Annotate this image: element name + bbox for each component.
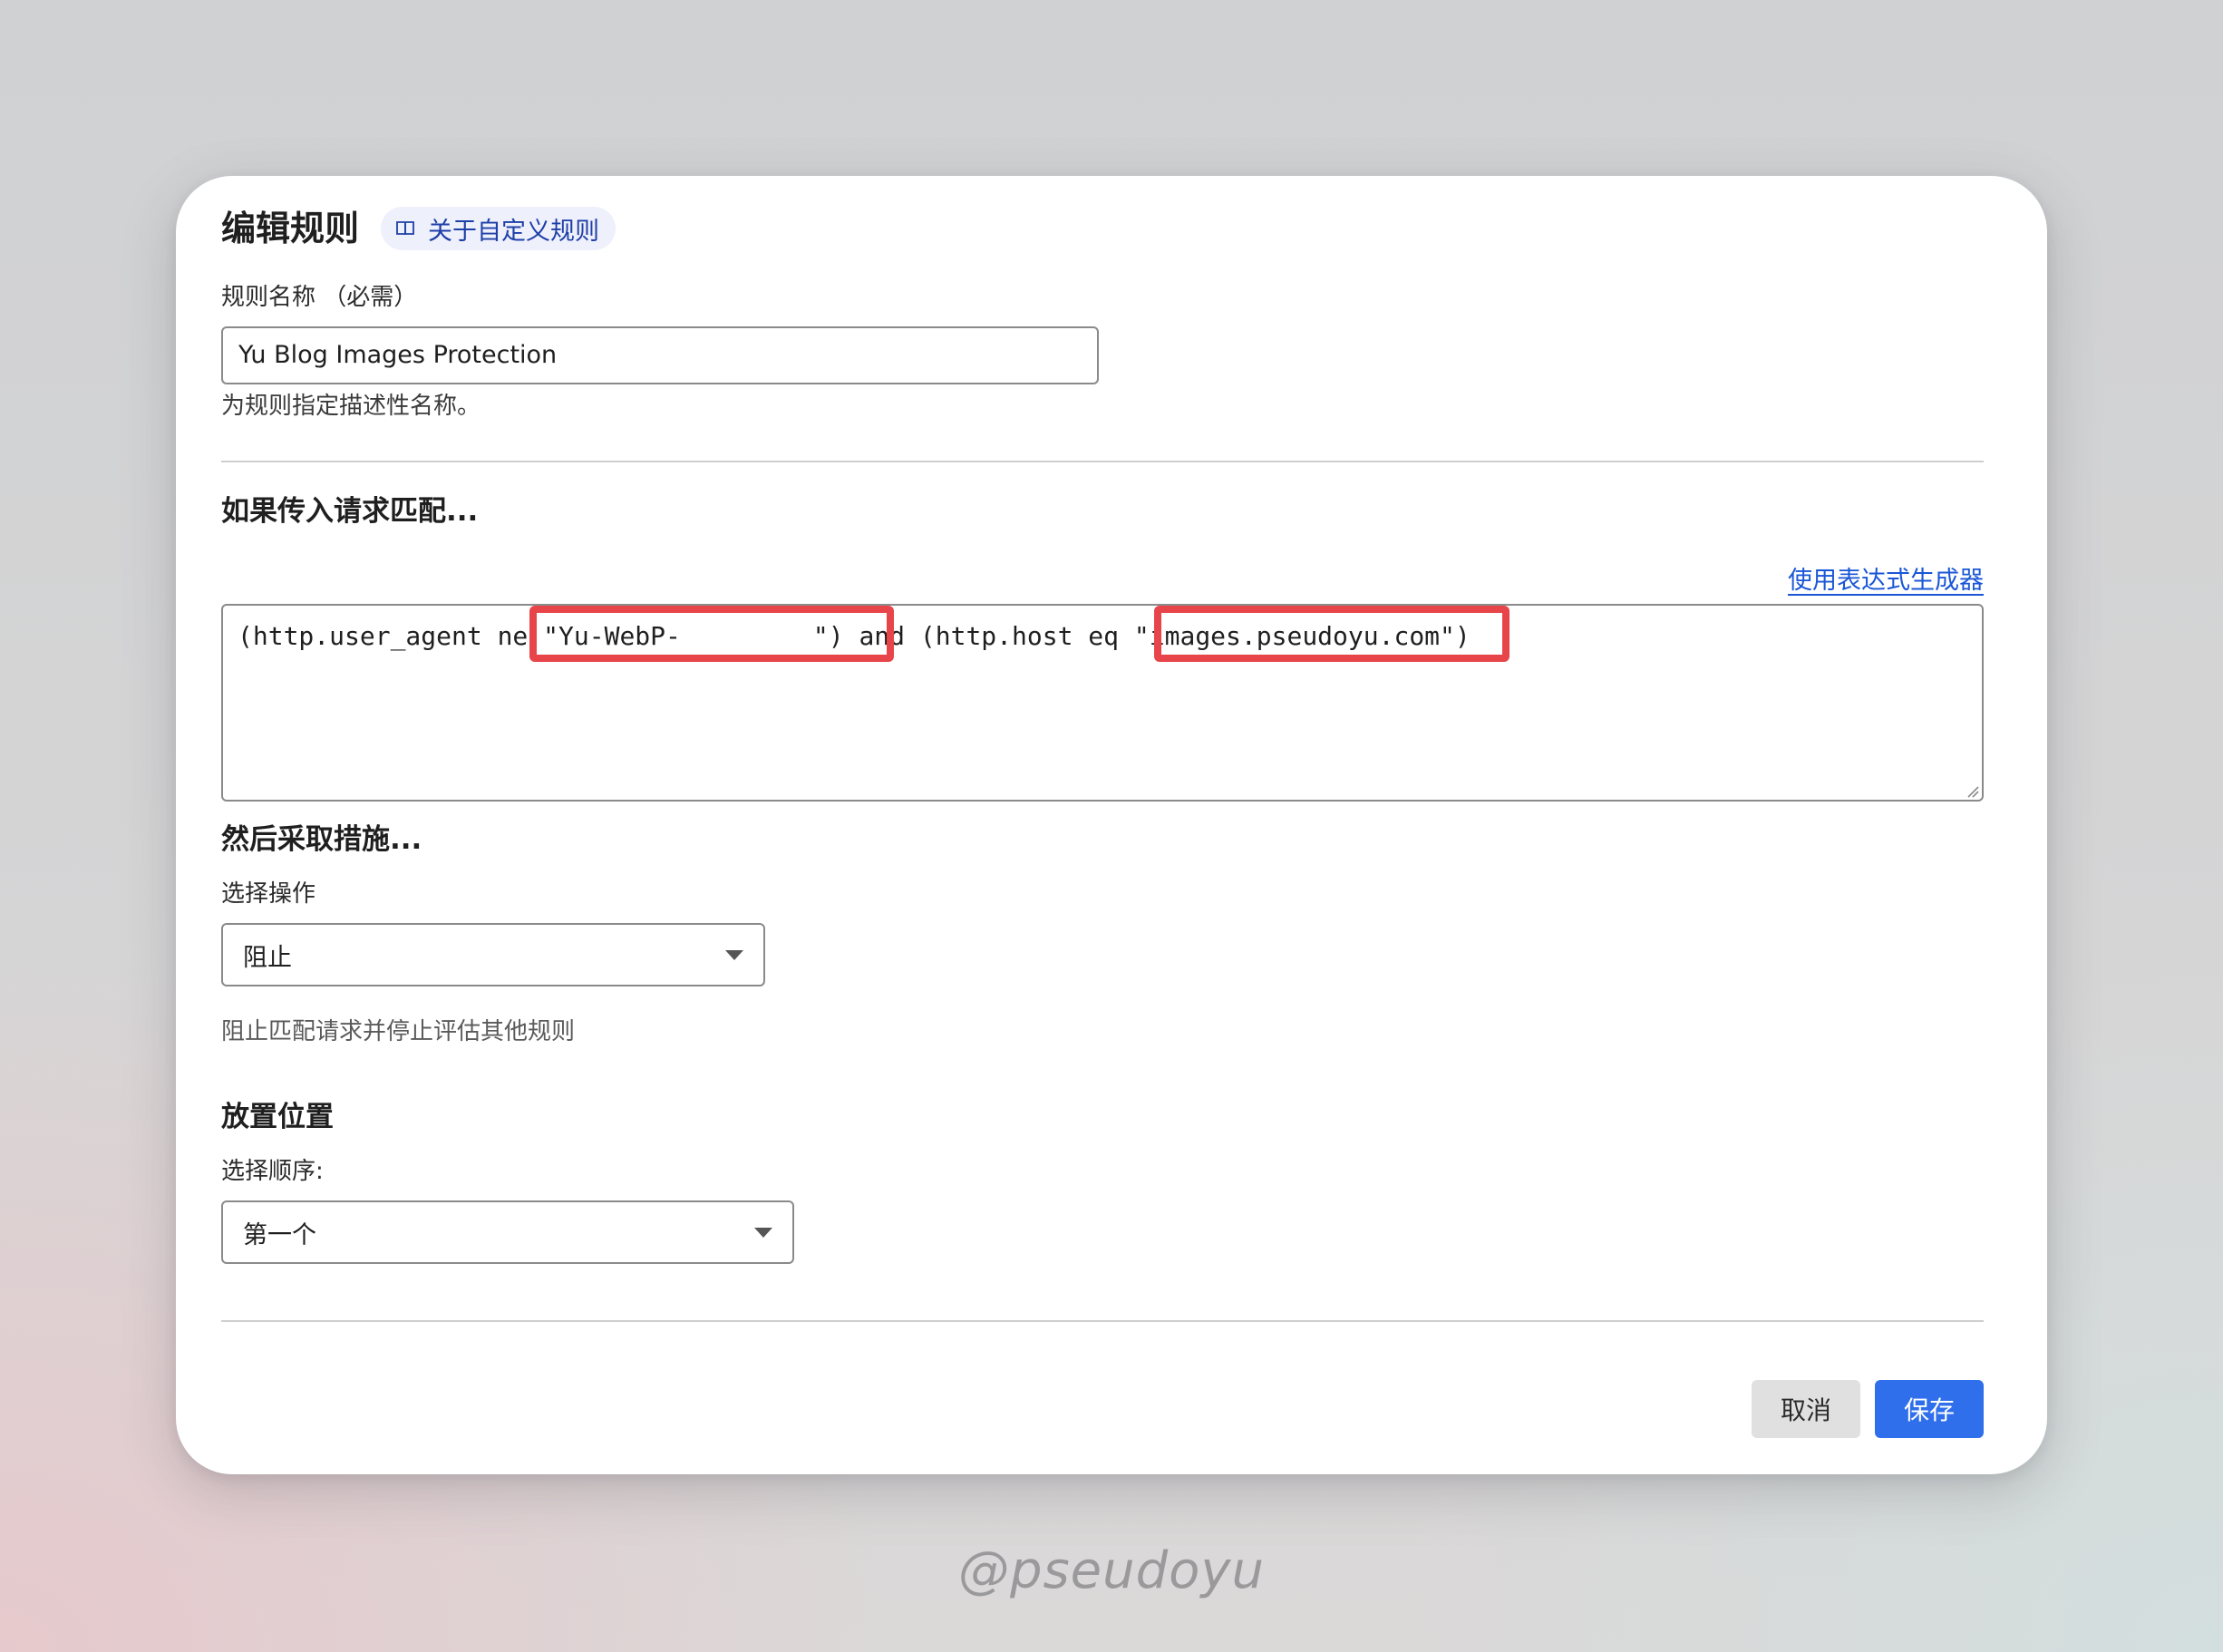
user-agent-highlight [529, 606, 894, 662]
book-icon [395, 219, 415, 238]
chevron-down-icon [754, 1227, 772, 1238]
rule-name-help: 为规则指定描述性名称。 [221, 393, 481, 420]
divider [221, 1320, 1984, 1322]
match-section-title: 如果传入请求匹配... [221, 495, 479, 528]
action-selected-value: 阻止 [243, 943, 292, 972]
expression-builder-link[interactable]: 使用表达式生成器 [1788, 564, 1984, 598]
placement-section-title: 放置位置 [221, 1101, 334, 1133]
action-section-title: 然后采取措施... [221, 823, 422, 856]
about-custom-rules-label: 关于自定义规则 [428, 217, 599, 246]
divider [221, 461, 1984, 462]
rule-name-input[interactable]: Yu Blog Images Protection [221, 326, 1099, 384]
action-description: 阻止匹配请求并停止评估其他规则 [221, 1018, 576, 1045]
save-button[interactable]: 保存 [1875, 1380, 1984, 1438]
rule-name-label: 规则名称 （必需） [221, 284, 418, 311]
edit-rule-dialog: 编辑规则 关于自定义规则 规则名称 （必需） Yu Blog Images Pr… [176, 176, 2047, 1474]
order-select[interactable]: 第一个 [221, 1200, 794, 1264]
action-select[interactable]: 阻止 [221, 923, 765, 986]
order-select-label: 选择顺序: [221, 1158, 324, 1185]
expression-part-1: (http.user_agent ne [238, 621, 544, 651]
about-custom-rules-link[interactable]: 关于自定义规则 [381, 207, 616, 250]
resize-handle-icon[interactable] [1966, 784, 1979, 798]
chevron-down-icon [725, 949, 743, 960]
cancel-button[interactable]: 取消 [1752, 1380, 1860, 1438]
order-selected-value: 第一个 [243, 1220, 316, 1249]
watermark-signature: @pseudoyu [957, 1541, 1266, 1600]
dialog-title: 编辑规则 [221, 209, 360, 248]
host-highlight [1154, 606, 1510, 662]
action-select-label: 选择操作 [221, 880, 316, 908]
